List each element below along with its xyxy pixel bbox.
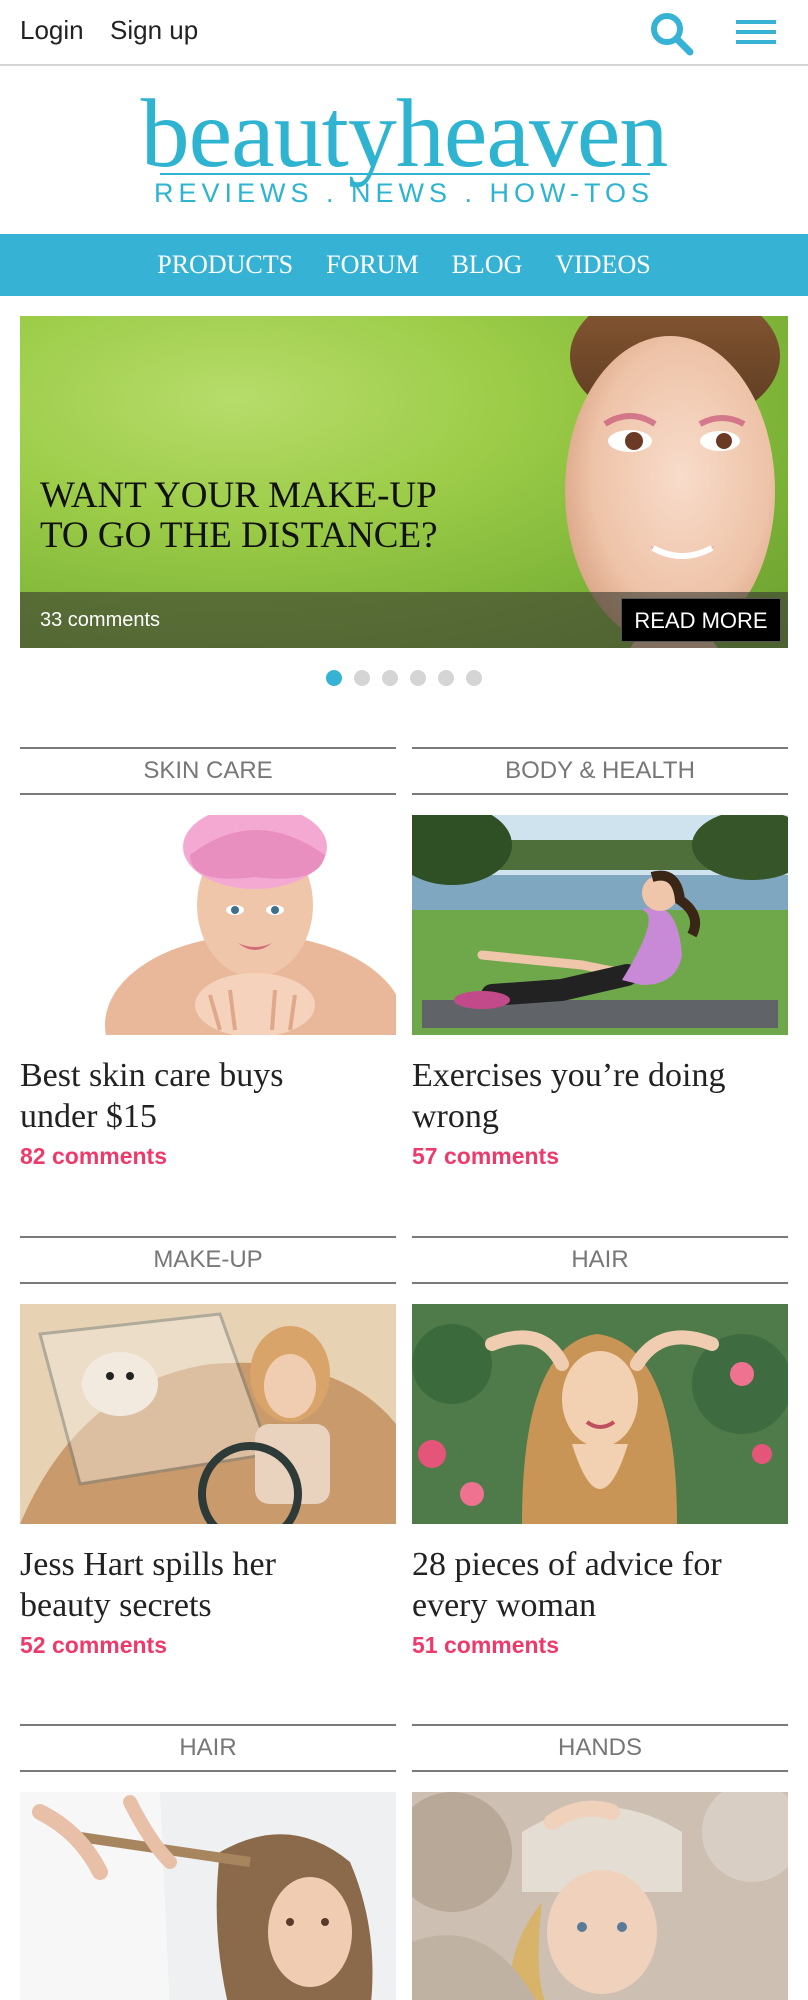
category-label[interactable]: BODY & HEALTH [412, 747, 788, 795]
category-label[interactable]: HAIR [412, 1236, 788, 1284]
article-thumbnail[interactable] [412, 1304, 788, 1524]
logo-tagline: REVIEWS . NEWS . HOW-TOS [153, 178, 655, 208]
article-comment-count[interactable]: 82 comments [20, 1143, 167, 1170]
article-title[interactable]: Exercises you’re doing wrong [412, 1055, 788, 1137]
article-title[interactable]: Best skin care buys under $15 [20, 1055, 396, 1137]
main-nav: PRODUCTS FORUM BLOG VIDEOS [0, 234, 808, 296]
article-thumbnail[interactable] [20, 1792, 396, 2000]
hero-slide[interactable]: WANT YOUR MAKE-UP TO GO THE DISTANCE? 33… [20, 316, 788, 648]
search-icon[interactable] [648, 10, 694, 56]
nav-item-blog[interactable]: BLOG [452, 250, 523, 280]
article-comment-count[interactable]: 52 comments [20, 1632, 167, 1659]
hero-comment-count[interactable]: 33 comments [40, 609, 160, 632]
category-label[interactable]: HAIR [20, 1724, 396, 1772]
article-comment-count[interactable]: 51 comments [412, 1632, 559, 1659]
carousel-dot[interactable] [410, 670, 426, 686]
article-thumbnail[interactable] [412, 815, 788, 1035]
nav-item-forum[interactable]: FORUM [326, 250, 418, 280]
nav-item-videos[interactable]: VIDEOS [555, 250, 650, 280]
article-title-line: wrong [412, 1098, 499, 1135]
hero-caption-bar: 33 comments READ MORE [20, 592, 788, 648]
category-label[interactable]: SKIN CARE [20, 747, 396, 795]
top-bar: Login Sign up [0, 0, 808, 66]
hero-headline[interactable]: WANT YOUR MAKE-UP TO GO THE DISTANCE? [40, 476, 500, 556]
carousel-dots [0, 670, 808, 690]
carousel-dot[interactable] [354, 670, 370, 686]
nav-item-products[interactable]: PRODUCTS [157, 250, 293, 280]
article-title-line: beauty secrets [20, 1587, 212, 1624]
article-thumbnail[interactable] [20, 1304, 396, 1524]
hero-headline-line: WANT YOUR MAKE-UP [40, 475, 437, 516]
article-title-line: 28 pieces of advice for [412, 1546, 722, 1583]
article-title[interactable]: 28 pieces of advice for every woman [412, 1544, 788, 1626]
category-label[interactable]: HANDS [412, 1724, 788, 1772]
carousel-dot[interactable] [326, 670, 342, 686]
article-title-line: every woman [412, 1587, 597, 1624]
article-title-line: under $15 [20, 1098, 157, 1135]
site-logo[interactable]: beautyheaven REVIEWS . NEWS . HOW-TOS [0, 66, 808, 234]
article-comment-count[interactable]: 57 comments [412, 1143, 559, 1170]
article-thumbnail[interactable] [412, 1792, 788, 2000]
login-link[interactable]: Login [20, 15, 84, 46]
article-title[interactable]: Jess Hart spills her beauty secrets [20, 1544, 396, 1626]
logo-wordmark: beautyheaven [140, 80, 669, 188]
article-title-line: Exercises you’re doing [412, 1057, 726, 1094]
article-title-line: Best skin care buys [20, 1057, 284, 1094]
read-more-button[interactable]: READ MORE [621, 598, 781, 642]
logo-rule [160, 173, 650, 175]
hamburger-menu-icon[interactable] [734, 14, 778, 50]
article-thumbnail[interactable] [20, 815, 396, 1035]
article-title-line: Jess Hart spills her [20, 1546, 276, 1583]
carousel-dot[interactable] [382, 670, 398, 686]
hero-headline-line: TO GO THE DISTANCE? [40, 515, 438, 556]
carousel-dot[interactable] [438, 670, 454, 686]
category-label[interactable]: MAKE-UP [20, 1236, 396, 1284]
carousel-dot[interactable] [466, 670, 482, 686]
signup-link[interactable]: Sign up [110, 15, 198, 46]
